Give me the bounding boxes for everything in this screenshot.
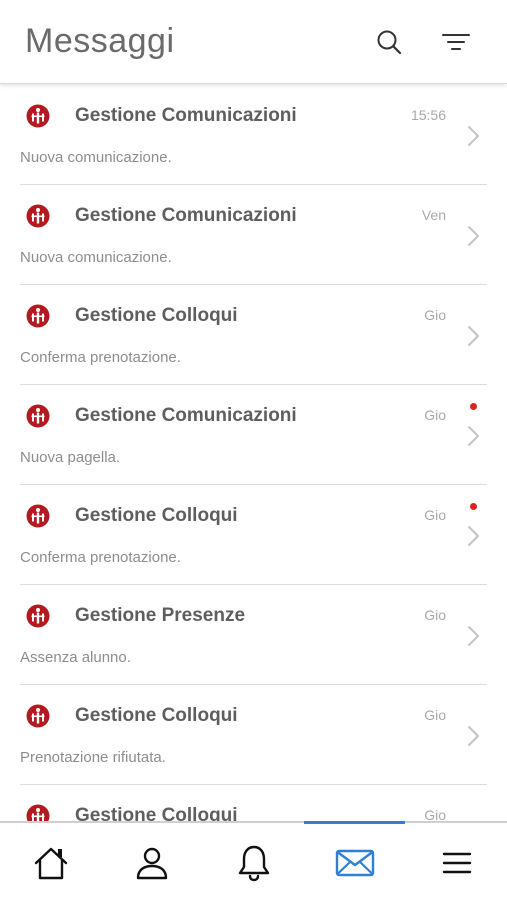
message-preview: Nuova pagella. bbox=[20, 449, 121, 466]
home-icon bbox=[34, 847, 68, 880]
unread-indicator bbox=[470, 503, 477, 510]
message-time: Gio bbox=[424, 407, 446, 423]
bottom-tab-bar bbox=[0, 821, 507, 900]
message-preview: Nuova comunicazione. bbox=[20, 149, 172, 166]
message-row[interactable]: Gestione Colloqui Gio Conferma prenotazion… bbox=[20, 285, 487, 385]
message-list: Gestione Comunicazioni 15:56 Nuova comunic… bbox=[0, 85, 507, 821]
message-time: Ven bbox=[421, 207, 446, 223]
tab-home[interactable] bbox=[31, 843, 71, 883]
message-sender: Gestione Colloqui bbox=[75, 505, 238, 526]
search-icon bbox=[377, 30, 402, 55]
tab-profile[interactable] bbox=[132, 843, 172, 883]
message-row[interactable]: Gestione Comunicazioni 15:56 Nuova comunic… bbox=[20, 85, 487, 185]
message-sender: Gestione Comunicazioni bbox=[75, 105, 297, 126]
message-row[interactable]: Gestione Presenze Gio Assenza alunno. bbox=[20, 585, 487, 685]
message-preview: Assenza alunno. bbox=[20, 649, 131, 666]
tab-notifications[interactable] bbox=[234, 843, 274, 883]
message-sender: Gestione Colloqui bbox=[75, 705, 238, 726]
message-sender: Gestione Comunicazioni bbox=[75, 205, 297, 226]
message-preview: Nuova comunicazione. bbox=[20, 249, 172, 266]
message-time: Gio bbox=[424, 307, 446, 323]
message-time: Gio bbox=[424, 707, 446, 723]
school-logo-icon bbox=[26, 204, 50, 228]
message-sender: Gestione Presenze bbox=[75, 605, 246, 626]
chevron-right-icon bbox=[468, 226, 479, 246]
active-tab-indicator bbox=[304, 821, 405, 824]
app-header: Messaggi bbox=[0, 0, 507, 84]
school-logo-icon bbox=[26, 504, 50, 528]
message-time: Gio bbox=[424, 607, 446, 623]
message-row[interactable]: Gestione Colloqui Gio Prenotazione rifiuta… bbox=[20, 685, 487, 785]
message-row[interactable]: Gestione Colloqui Gio Conferma prenotazion… bbox=[20, 485, 487, 585]
search-button[interactable] bbox=[373, 26, 405, 58]
school-logo-icon bbox=[26, 304, 50, 328]
bell-icon bbox=[238, 845, 270, 882]
message-row[interactable]: Gestione Comunicazioni Ven Nuova comunicaz… bbox=[20, 185, 487, 285]
message-time: Gio bbox=[424, 807, 446, 821]
message-row[interactable]: Gestione Colloqui Gio bbox=[20, 785, 487, 821]
chevron-right-icon bbox=[468, 526, 479, 546]
profile-icon bbox=[136, 847, 168, 880]
message-preview: Prenotazione rifiutata. bbox=[20, 749, 166, 766]
mail-icon bbox=[335, 849, 375, 877]
message-time: 15:56 bbox=[410, 107, 446, 123]
message-preview: Conferma prenotazione. bbox=[20, 549, 181, 566]
school-logo-icon bbox=[26, 104, 50, 128]
school-logo-icon bbox=[26, 604, 50, 628]
message-preview: Conferma prenotazione. bbox=[20, 349, 181, 366]
school-logo-icon bbox=[26, 404, 50, 428]
menu-icon bbox=[442, 852, 472, 874]
chevron-right-icon bbox=[468, 126, 479, 146]
tab-menu[interactable] bbox=[437, 843, 477, 883]
chevron-right-icon bbox=[468, 426, 479, 446]
chevron-right-icon bbox=[468, 726, 479, 746]
message-sender: Gestione Comunicazioni bbox=[75, 405, 297, 426]
school-logo-icon bbox=[26, 804, 50, 821]
unread-indicator bbox=[470, 403, 477, 410]
message-sender: Gestione Colloqui bbox=[75, 305, 238, 326]
page-title: Messaggi bbox=[25, 22, 175, 60]
filter-icon bbox=[442, 34, 470, 50]
school-logo-icon bbox=[26, 704, 50, 728]
message-row[interactable]: Gestione Comunicazioni Gio Nuova pagella. bbox=[20, 385, 487, 485]
message-sender: Gestione Colloqui bbox=[75, 805, 238, 821]
message-time: Gio bbox=[424, 507, 446, 523]
chevron-right-icon bbox=[468, 626, 479, 646]
chevron-right-icon bbox=[468, 326, 479, 346]
tab-messages[interactable] bbox=[335, 843, 375, 883]
filter-button[interactable] bbox=[440, 26, 472, 58]
